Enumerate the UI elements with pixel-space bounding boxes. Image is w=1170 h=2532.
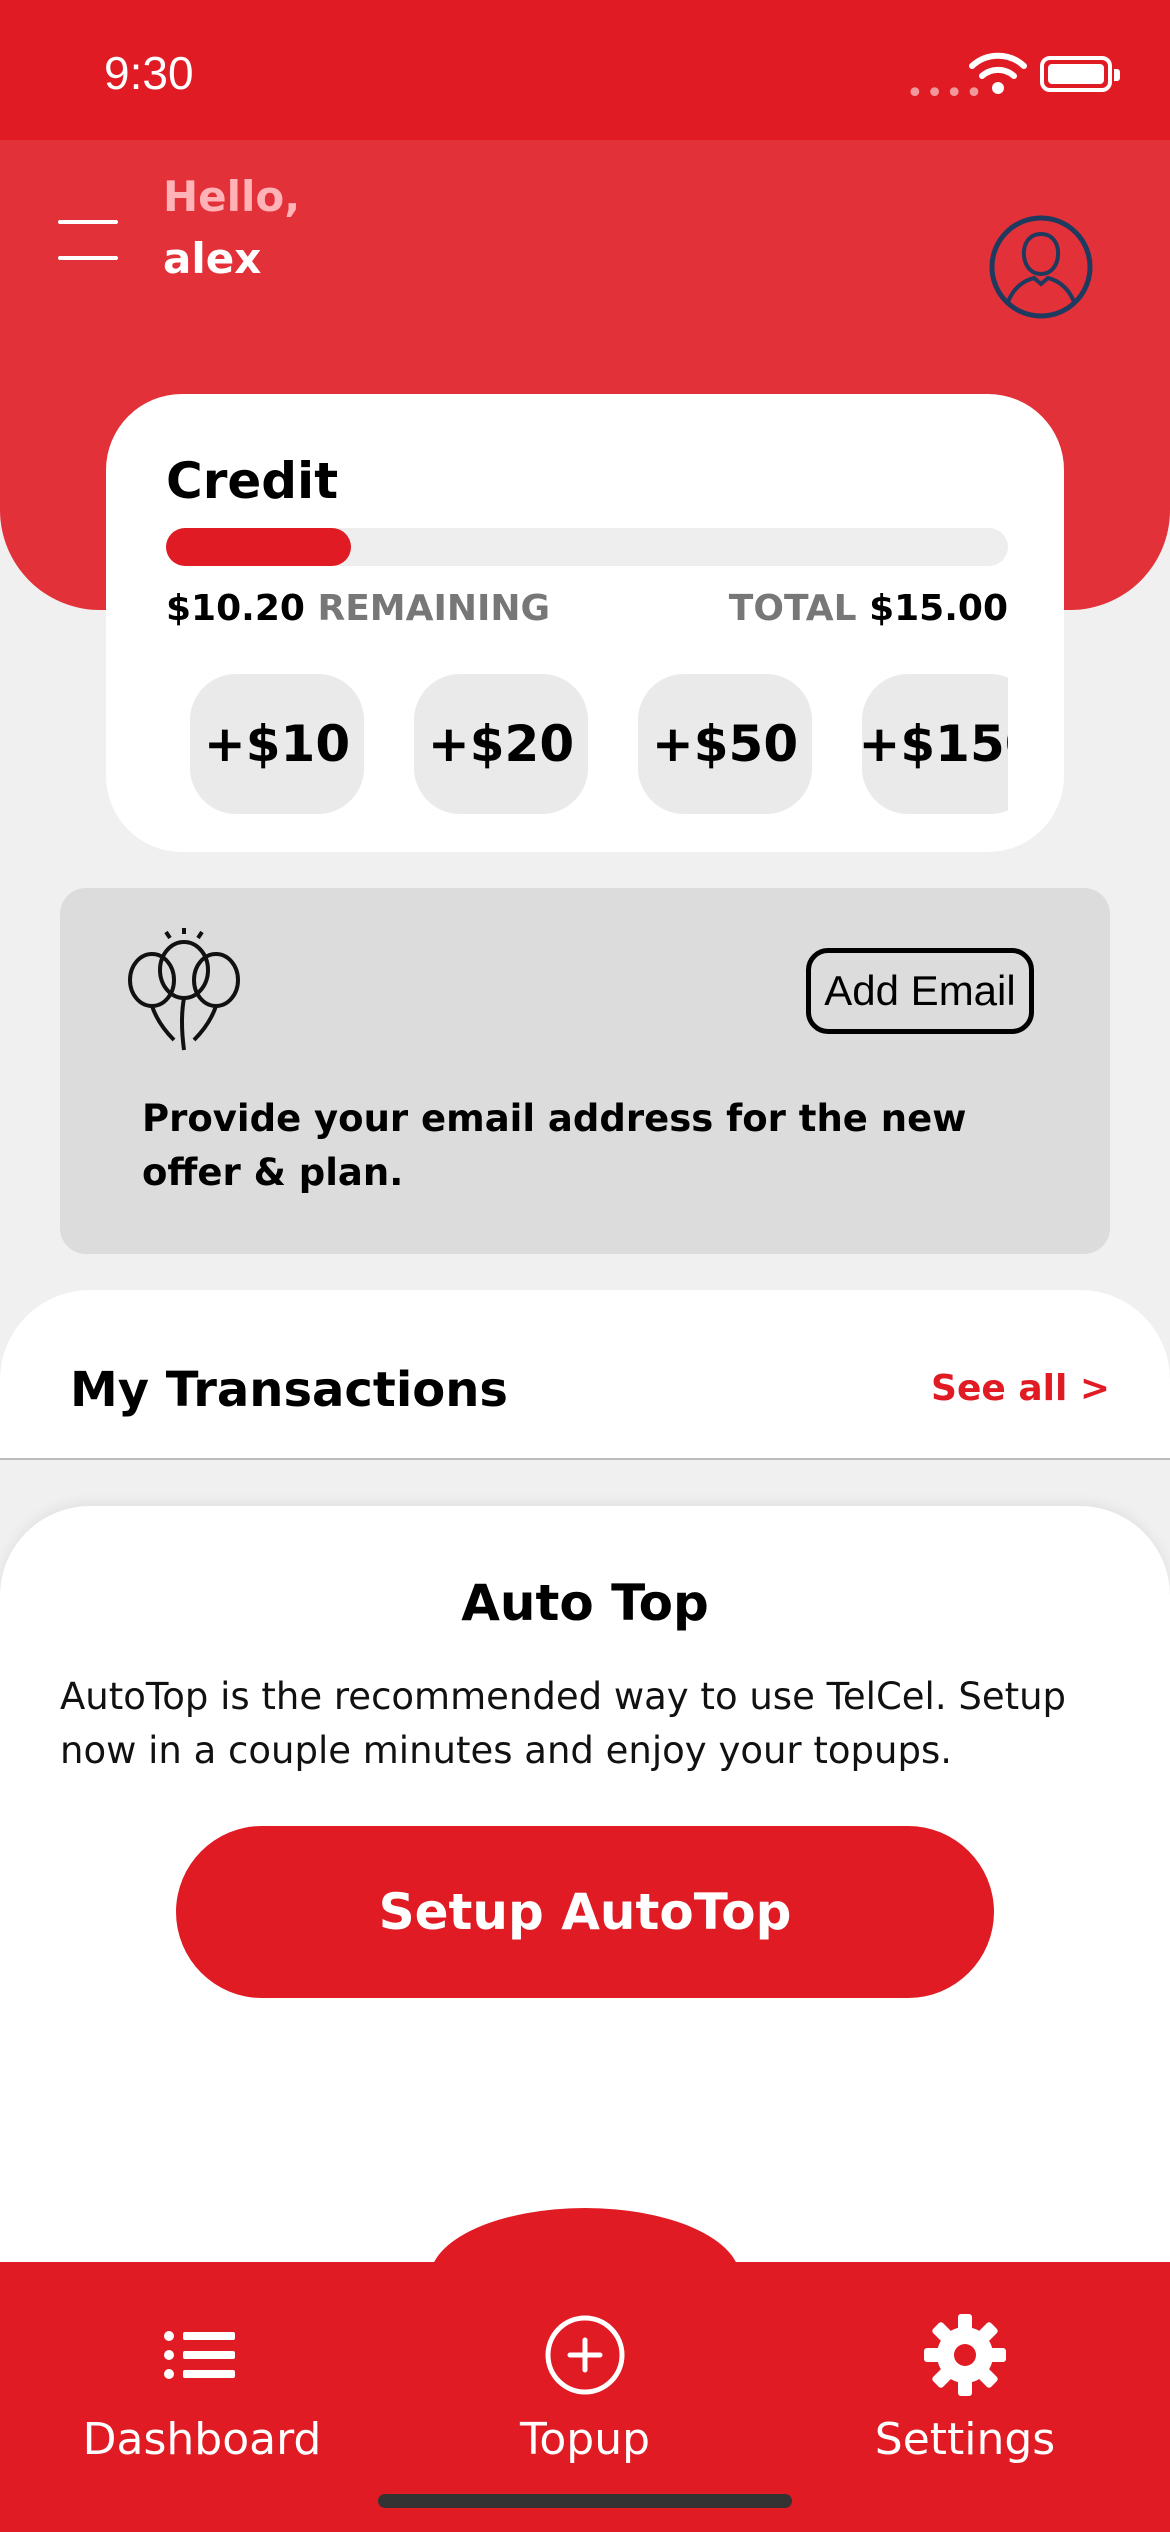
topup-chip-10[interactable]: +$10 (190, 674, 364, 814)
balloons-icon (128, 928, 240, 1051)
topup-amounts: +$10 +$20 +$50 +$150 (190, 674, 1008, 814)
remaining-credit: $10.20 REMAINING (166, 588, 550, 629)
total-credit: TOTAL $15.00 (729, 588, 1008, 629)
status-time: 9:30 (104, 47, 194, 99)
email-offer-text: Provide your email address for the new o… (142, 1097, 967, 1194)
tab-settings[interactable]: Settings (815, 2310, 1115, 2465)
credit-progress-fill (166, 528, 352, 566)
battery-icon (1040, 56, 1120, 92)
setup-autotop-button[interactable]: Setup AutoTop (176, 1826, 994, 1998)
credit-card: Credit $10.20 REMAINING TOTAL $15.00 +$1… (106, 394, 1064, 852)
tab-topup[interactable]: Topup (435, 2310, 735, 2465)
menu-icon[interactable] (58, 220, 118, 260)
transactions-section: My Transactions See all > (0, 1290, 1170, 1460)
greeting-hello: Hello, (163, 172, 301, 221)
see-all-link[interactable]: See all > (931, 1368, 1110, 1409)
gear-icon (924, 2314, 1006, 2396)
plus-circle-icon (545, 2315, 625, 2395)
tab-label-dashboard: Dashboard (82, 2414, 322, 2465)
email-offer-card: Add Email Provide your email address for… (60, 888, 1110, 1254)
credit-progress-bar (166, 528, 1008, 566)
list-icon (164, 2331, 235, 2379)
autotop-card: Auto Top AutoTop is the recommended way … (0, 1506, 1170, 2266)
autotop-description: AutoTop is the recommended way to use Te… (60, 1675, 1067, 1772)
add-email-button[interactable]: Add Email (806, 948, 1034, 1034)
topup-chip-20[interactable]: +$20 (414, 674, 588, 814)
tab-label-topup: Topup (519, 2414, 651, 2465)
topup-chip-50[interactable]: +$50 (638, 674, 812, 814)
wifi-icon (969, 52, 1027, 94)
avatar-icon[interactable] (988, 214, 1094, 320)
remaining-amount: $10.20 (166, 588, 305, 629)
tab-dashboard[interactable]: Dashboard (52, 2310, 352, 2465)
transactions-title: My Transactions (70, 1362, 508, 1418)
tab-label-settings: Settings (874, 2414, 1056, 2465)
credit-title: Credit (166, 452, 339, 510)
total-label: TOTAL (728, 588, 857, 629)
total-amount: $15.00 (869, 588, 1008, 629)
topup-chip-150[interactable]: +$150 (858, 674, 1008, 814)
remaining-label: REMAINING (317, 588, 551, 629)
greeting-name: alex (163, 234, 262, 283)
autotop-title: Auto Top (461, 1574, 709, 1632)
home-indicator (378, 2494, 792, 2508)
